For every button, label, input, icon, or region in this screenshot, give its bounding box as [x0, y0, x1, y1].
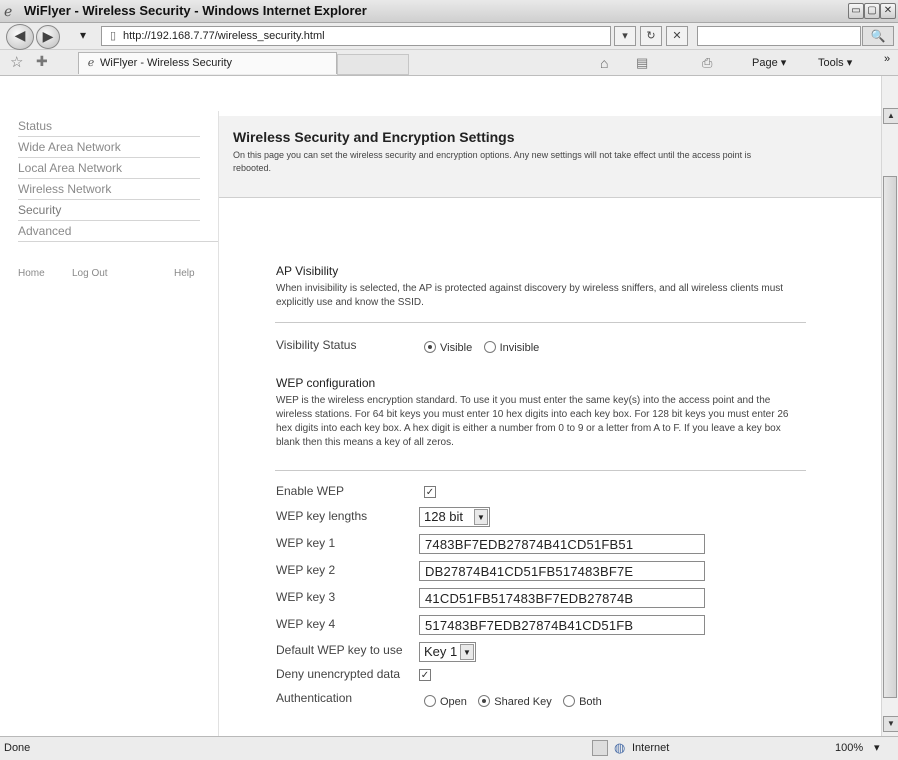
authentication-radio-group: Open Shared Key Both	[424, 694, 610, 708]
tools-menu[interactable]: Tools ▾	[818, 54, 852, 72]
visible-radio-label: Visible	[440, 342, 473, 354]
url-text: http://192.168.7.77/wireless_security.ht…	[123, 30, 325, 42]
tab-ie-icon: ℯ	[87, 57, 95, 69]
zoom-dropdown-icon[interactable]: ▾	[874, 741, 880, 754]
window-title: WiFlyer - Wireless Security - Windows In…	[24, 3, 367, 18]
print-icon[interactable]: ⎙	[702, 54, 712, 72]
authentication-label: Authentication	[276, 691, 353, 705]
wep-key-4-input[interactable]: 517483BF7EDB27874B41CD51FB	[419, 615, 705, 635]
new-tab-button[interactable]	[337, 54, 409, 75]
wep-key-2-input[interactable]: DB27874B41CD51FB517483BF7E	[419, 561, 705, 581]
deny-unencrypted-label: Deny unencrypted data	[276, 667, 401, 681]
scrollbar-thumb[interactable]	[883, 176, 897, 698]
page-content: Status Wide Area Network Local Area Netw…	[0, 76, 881, 736]
chevron-down-icon: ▼	[474, 509, 488, 525]
stop-button[interactable]: ✕	[666, 26, 688, 46]
sidebar-item-wireless[interactable]: Wireless Network	[18, 179, 200, 200]
wep-key-length-label: WEP key lengths	[276, 509, 368, 523]
search-input[interactable]	[697, 26, 861, 46]
default-wep-key-value: Key 1	[424, 644, 458, 659]
page-header: Wireless Security and Encryption Setting…	[219, 116, 881, 198]
address-toolbar: ◀ ▶ ▾ ▯ http://192.168.7.77/wireless_secu…	[0, 23, 898, 50]
divider	[275, 470, 806, 471]
sidebar-link-logout[interactable]: Log Out	[72, 268, 108, 284]
wep-config-text: WEP is the wireless encryption standard.…	[276, 395, 789, 448]
ap-visibility-text: When invisibility is selected, the AP is…	[276, 283, 784, 308]
invisible-radio[interactable]	[483, 341, 496, 353]
address-input[interactable]: ▯ http://192.168.7.77/wireless_security.h…	[101, 26, 611, 46]
chevron-down-icon: ▼	[460, 644, 474, 660]
default-wep-key-select[interactable]: Key 1 ▼	[419, 642, 476, 662]
add-favorites-icon[interactable]: ✚	[36, 53, 48, 70]
favorites-star-icon[interactable]: ☆	[10, 53, 23, 71]
visibility-status-label: Visibility Status	[276, 338, 357, 352]
enable-wep-label: Enable WEP	[276, 484, 345, 498]
sidebar-item-lan[interactable]: Local Area Network	[18, 158, 200, 179]
auth-both-label: Both	[579, 696, 602, 708]
close-button[interactable]: ✕	[880, 3, 896, 19]
search-button[interactable]: 🔍	[862, 26, 894, 46]
status-text: Done	[4, 742, 31, 754]
ie-logo-icon: ℯ	[4, 3, 13, 19]
content-divider	[218, 111, 219, 736]
auth-open-label: Open	[440, 696, 467, 708]
wep-key-2-label: WEP key 2	[276, 563, 336, 577]
auth-shared-key-label: Shared Key	[494, 696, 552, 708]
wep-config-title: WEP configuration	[276, 376, 376, 390]
auth-open-radio[interactable]	[424, 695, 436, 707]
feeds-icon[interactable]: ▤	[636, 54, 648, 72]
deny-unencrypted-checkbox[interactable]: ✓	[419, 669, 431, 681]
status-bar: Done ◍ Internet 100% ▾	[0, 736, 898, 760]
sidebar-item-advanced[interactable]: Advanced	[18, 221, 200, 241]
zone-text: Internet	[632, 742, 670, 754]
auth-both-radio[interactable]	[563, 695, 576, 707]
page-icon: ▯	[109, 30, 117, 42]
refresh-button[interactable]: ↻	[640, 26, 662, 46]
visibility-radio-group: Visible Invisible	[424, 340, 547, 354]
wep-key-4-label: WEP key 4	[276, 617, 336, 631]
visible-radio[interactable]	[424, 341, 436, 353]
page-menu[interactable]: Page ▾	[752, 54, 786, 72]
divider	[275, 322, 806, 323]
enable-wep-checkbox[interactable]: ✓	[424, 486, 436, 498]
wep-key-3-label: WEP key 3	[276, 590, 336, 604]
sidebar-item-security[interactable]: Security	[18, 200, 200, 221]
wep-key-1-label: WEP key 1	[276, 536, 336, 550]
sidebar-link-help[interactable]: Help	[174, 268, 195, 284]
wep-key-3-input[interactable]: 41CD51FB517483BF7EDB27874B	[419, 588, 705, 608]
address-dropdown-button[interactable]: ▾	[614, 26, 636, 46]
page-title: Wireless Security and Encryption Setting…	[233, 129, 515, 145]
wep-key-length-value: 128 bit	[424, 509, 464, 524]
tab-wiflyer[interactable]: ℯ WiFlyer - Wireless Security	[78, 52, 337, 74]
scroll-up-arrow-icon[interactable]: ▲	[883, 108, 898, 124]
scroll-down-arrow-icon[interactable]: ▼	[883, 716, 898, 732]
back-button[interactable]: ◀	[6, 24, 34, 50]
minimize-button[interactable]: ▭	[848, 3, 864, 19]
maximize-button[interactable]: ▢	[864, 3, 880, 19]
tab-title: WiFlyer - Wireless Security	[100, 57, 233, 69]
forward-button[interactable]: ▶	[36, 25, 60, 49]
invisible-radio-label: Invisible	[499, 342, 540, 354]
tab-command-bar: ☆ ✚ ℯ WiFlyer - Wireless Security ⌂ ▤ ⎙ P…	[0, 50, 898, 76]
sidebar-link-home[interactable]: Home	[18, 268, 45, 284]
auth-shared-key-radio[interactable]	[478, 695, 491, 707]
protected-mode-icon[interactable]	[592, 740, 608, 756]
ap-visibility-title: AP Visibility	[276, 264, 339, 278]
zoom-level[interactable]: 100%	[835, 742, 863, 754]
sidebar-divider	[18, 241, 218, 242]
wep-key-length-select[interactable]: 128 bit ▼	[419, 507, 490, 527]
title-bar: ℯ WiFlyer - Wireless Security - Windows …	[0, 0, 898, 23]
sidebar-item-status[interactable]: Status	[18, 116, 200, 137]
history-dropdown-icon[interactable]: ▾	[80, 28, 86, 42]
wep-key-1-input[interactable]: 7483BF7EDB27874B41CD51FB51	[419, 534, 705, 554]
vertical-scrollbar[interactable]: ▲ ▼	[881, 76, 898, 736]
more-commands-icon[interactable]: »	[884, 50, 890, 68]
page-description: On this page you can set the wireless se…	[233, 150, 752, 173]
default-wep-key-label: Default WEP key to use	[276, 643, 403, 657]
globe-icon: ◍	[614, 740, 626, 755]
home-icon[interactable]: ⌂	[600, 54, 608, 72]
sidebar-item-wan[interactable]: Wide Area Network	[18, 137, 200, 158]
